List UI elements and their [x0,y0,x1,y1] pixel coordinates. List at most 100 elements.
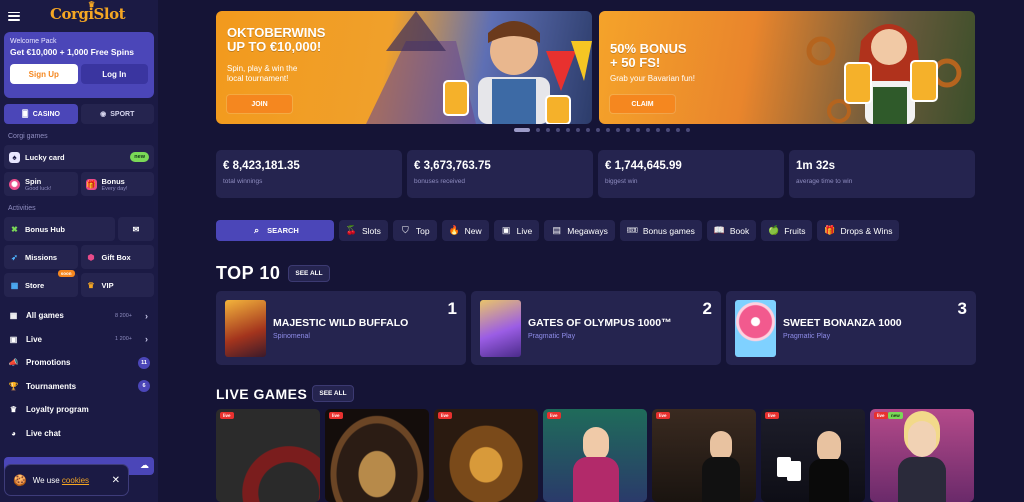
close-icon[interactable]: ✕ [112,475,120,486]
carousel-dot[interactable] [626,128,630,132]
live-icon: ▣ [501,225,511,235]
banner-subtitle: Grab your Bavarian fun! [610,74,695,83]
cookie-banner: 🍪 We use cookies ✕ [4,464,129,496]
gift-box-tile[interactable]: ⬢ Gift Box [80,245,154,269]
carousel-dot[interactable] [686,128,690,132]
filter-top[interactable]: ⛉ Top [392,220,437,241]
live-game-card[interactable]: live [325,409,429,502]
top10-card[interactable]: SWEET BONANZA 1000 Pragmatic Play 3 [726,291,976,365]
live-game-card[interactable]: live [434,409,538,502]
nav-tournaments[interactable]: 🏆 Tournaments 6 [0,375,158,399]
cookies-link[interactable]: cookies [62,476,89,485]
filter-megaways[interactable]: ▤ Megaways [544,220,615,241]
carousel-dot[interactable] [646,128,650,132]
live-badge: live [329,412,343,419]
live-game-card[interactable]: live new [870,409,974,502]
vip-tile[interactable]: ♛ VIP [80,273,154,297]
stat-average-time: 1m 32s average time to win [789,150,975,198]
stat-bonuses-received: € 3,673,763.75 bonuses received [407,150,593,198]
lucky-card-tile[interactable]: ♠ Lucky card new [4,145,154,169]
bonus-tile[interactable]: 🎁 Bonus Every day! [80,172,154,196]
carousel-dot[interactable] [666,128,670,132]
shield-icon: ⛉ [402,225,409,235]
missions-tile[interactable]: ➶ Missions [4,245,78,269]
new-badge: new [888,412,903,419]
top10-card[interactable]: MAJESTIC WILD BUFFALO Spinomenal 1 [216,291,466,365]
top10-see-all[interactable]: SEE ALL [288,265,330,282]
filter-drops-wins[interactable]: 🎁 Drops & Wins [817,220,900,241]
banner-title: OKTOBERWINS UP TO €10,000! [227,25,326,54]
carousel-dot[interactable] [546,128,550,132]
nav-all-games[interactable]: ▦ All games 8 200+ › [0,304,158,328]
soon-badge: soon [57,270,75,277]
book-icon: 📖 [713,225,725,235]
megaphone-icon: 📣 [8,358,19,368]
fire-icon: 🔥 [448,225,460,235]
live-games-see-all[interactable]: SEE ALL [312,385,354,402]
carousel-dot[interactable] [606,128,610,132]
live-badge: live [874,412,888,419]
card-icon: ♠ [9,151,20,163]
sign-up-button[interactable]: Sign Up [10,64,78,84]
logo[interactable]: CorgiSlot ♛ [50,0,126,23]
chat-icon: ◕ [11,428,16,438]
megaways-icon: ▤ [552,225,561,235]
dealer-dress [898,457,946,502]
join-button[interactable]: JOIN [227,95,292,113]
crown-icon: ♛ [88,0,95,9]
bonus-hub-tile[interactable]: ✖ Bonus Hub [4,217,116,241]
live-game-card[interactable]: live [652,409,756,502]
promo-banner-bonus[interactable]: 50% BONUS + 50 FS! Grab your Bavarian fun… [599,11,975,124]
chevron-right-icon: › [145,334,148,345]
filter-slots[interactable]: 🍒 Slots [339,220,388,241]
rocket-icon: ➶ [11,252,18,262]
live-game-card[interactable]: live [761,409,865,502]
claim-button[interactable]: CLAIM [610,95,675,113]
cards-icon: 🂠 [21,111,29,118]
carousel-dot[interactable] [576,128,580,132]
carousel-dot[interactable] [656,128,660,132]
nav-loyalty[interactable]: ♛ Loyalty program [0,398,158,422]
search-button[interactable]: ⌕ SEARCH [216,220,334,241]
welcome-offer: Get €10,000 + 1,000 Free Spins [10,47,135,57]
live-games-list: live live live live live live live new [216,409,974,502]
spin-tile[interactable]: ✺ Spin Good luck! [4,172,78,196]
carousel-dot[interactable] [566,128,570,132]
top10-card[interactable]: GATES OF OLYMPUS 1000™ Pragmatic Play 2 [471,291,721,365]
dealer-avatar [908,421,936,457]
filter-new[interactable]: 🔥 New [441,220,489,241]
grid-icon: ▦ [9,311,18,321]
nav-promotions[interactable]: 📣 Promotions 11 [0,351,158,375]
carousel-dot[interactable] [596,128,600,132]
menu-icon[interactable] [8,11,20,21]
live-badge: live [765,412,779,419]
filter-bonus-games[interactable]: 🎟 Bonus games [619,220,702,241]
store-tile[interactable]: ▦ Store soon [4,270,78,297]
nav-live-chat[interactable]: ◕ Live chat [0,422,158,446]
carousel-dot[interactable] [514,128,530,132]
messages-button[interactable]: ✉ [118,217,154,241]
live-games-header: LIVE GAMES SEE ALL [216,385,354,402]
live-game-card[interactable]: live [543,409,647,502]
top10-list: MAJESTIC WILD BUFFALO Spinomenal 1 GATES… [216,291,976,365]
nav-live[interactable]: ▣ Live 1 200+ › [0,328,158,352]
carousel-dot[interactable] [676,128,680,132]
tab-casino[interactable]: 🂠 CASINO [4,104,78,124]
game-title: MAJESTIC WILD BUFFALO [273,317,409,329]
carousel-dot[interactable] [556,128,560,132]
search-icon: ⌕ [254,225,260,235]
tab-sport[interactable]: ◉ SPORT [80,104,154,124]
carousel-dot[interactable] [586,128,590,132]
carousel-dot[interactable] [616,128,620,132]
crown-icon: ♛ [9,405,18,415]
filter-live[interactable]: ▣ Live [493,220,540,241]
log-in-button[interactable]: Log In [80,64,148,84]
promo-banner-oktoberwins[interactable]: OKTOBERWINS UP TO €10,000! Spin, play & w… [216,11,592,124]
filter-book[interactable]: 📖 Book [706,220,757,241]
stat-total-winnings: € 8,423,181.35 total winnings [216,150,402,198]
carousel-dot[interactable] [536,128,540,132]
all-games-count: 8 200+ [115,312,132,319]
live-game-card[interactable]: live [216,409,320,502]
filter-fruits[interactable]: 🍏 Fruits [761,220,813,241]
carousel-dot[interactable] [636,128,640,132]
